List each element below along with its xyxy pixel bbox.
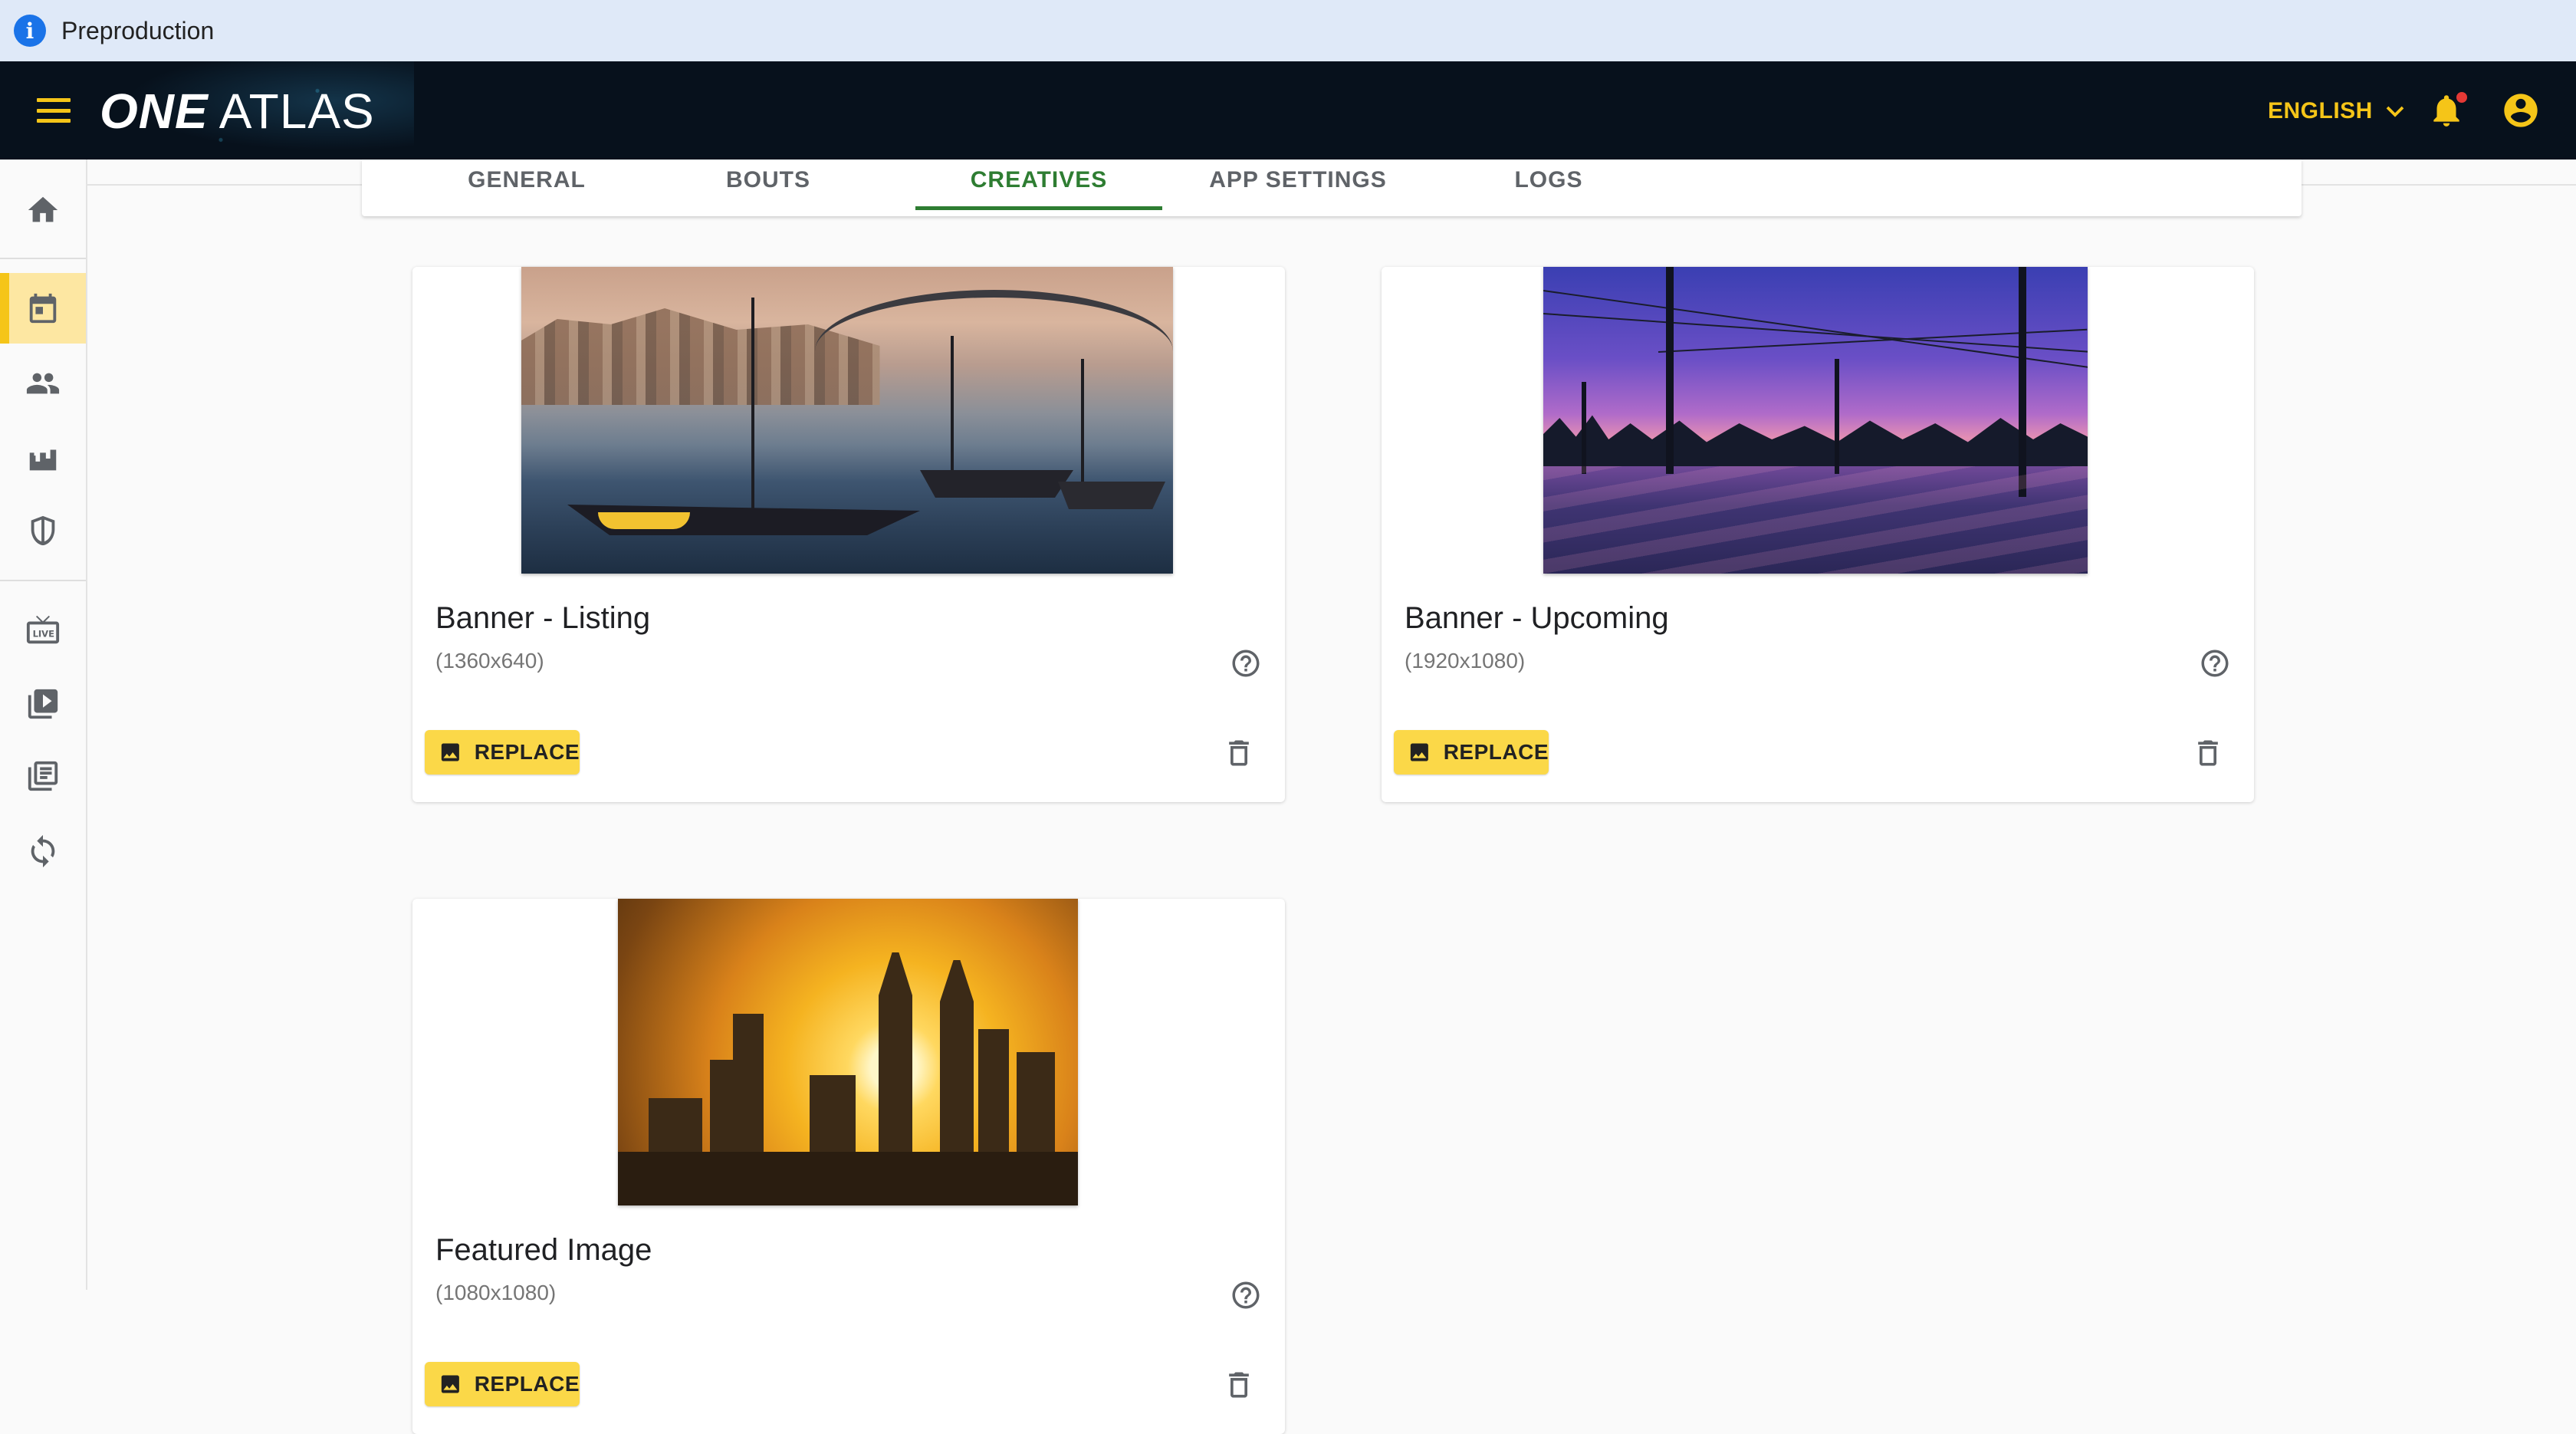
stadium-icon [29,449,57,471]
tab-bouts[interactable]: BOUTS [715,160,822,213]
creative-preview-image[interactable] [521,267,1173,574]
sidebar-item-people[interactable] [0,348,86,419]
tab-logs[interactable]: LOGS [1495,160,1602,213]
collections-icon [28,761,58,791]
creative-preview-image[interactable] [618,899,1078,1205]
calendar-icon [29,293,57,324]
menu-icon[interactable] [34,95,74,126]
delete-icon[interactable] [2191,736,2225,770]
top-app-bar: ONE ATLAS ENGLISH [0,61,2576,160]
sidebar-item-teams[interactable] [0,495,86,566]
replace-label: REPLACE [474,740,580,764]
creative-dimensions: (1920x1080) [1405,649,1526,673]
app-logo[interactable]: ONE ATLAS [100,83,375,140]
sidebar: LIVE [0,160,87,1290]
help-icon[interactable] [1230,647,1262,679]
tab-creatives[interactable]: CREATIVES [915,160,1162,213]
sync-icon [31,834,55,868]
account-circle-icon[interactable] [2501,90,2541,130]
sidebar-item-video-library[interactable] [0,669,86,739]
environment-label: Preproduction [61,16,215,44]
shield-icon [31,515,55,546]
info-icon: i [14,15,46,47]
environment-banner: i Preproduction [0,0,2576,61]
delete-icon[interactable] [1222,736,1256,770]
image-icon [441,1375,459,1393]
logo-atlas-text: ATLAS [219,84,375,139]
creative-preview-image[interactable] [1543,267,2088,574]
chevron-down-icon [2386,106,2404,117]
logo-one-text: ONE [100,84,209,139]
sidebar-item-home[interactable] [0,175,86,245]
notifications-button[interactable] [2427,89,2467,132]
event-tabs: GENERAL BOUTS CREATIVES APP SETTINGS LOG… [362,160,2302,216]
creative-dimensions: (1360x640) [435,649,544,673]
notification-badge [2456,92,2467,103]
image-icon [441,743,459,761]
help-icon[interactable] [1230,1279,1262,1311]
replace-button[interactable]: REPLACE [425,1362,580,1406]
creative-title: Featured Image [435,1233,652,1267]
delete-icon[interactable] [1222,1368,1256,1402]
svg-text:LIVE: LIVE [33,629,55,640]
help-icon[interactable] [2199,647,2231,679]
creative-dimensions: (1080x1080) [435,1281,557,1304]
tab-app-settings[interactable]: APP SETTINGS [1202,160,1394,213]
language-select[interactable]: ENGLISH [2268,94,2407,129]
sidebar-item-venues[interactable] [0,423,86,494]
sidebar-item-events[interactable] [0,273,86,344]
sidebar-item-collections[interactable] [0,741,86,811]
sidebar-item-live[interactable]: LIVE [0,595,86,666]
replace-button[interactable]: REPLACE [425,730,580,775]
video-library-icon [28,689,58,719]
creative-title: Banner - Upcoming [1405,601,1669,635]
replace-label: REPLACE [474,1372,580,1396]
replace-label: REPLACE [1443,740,1549,764]
home-icon [28,196,58,222]
sidebar-item-sync[interactable] [0,816,86,886]
replace-button[interactable]: REPLACE [1394,730,1549,775]
language-label: ENGLISH [2268,98,2373,123]
tab-general[interactable]: GENERAL [468,160,585,213]
creative-card-featured-image: Featured Image (1080x1080) REPLACE [412,899,1285,1434]
people-icon [26,373,60,394]
live-tv-icon: LIVE [26,615,60,644]
creative-title: Banner - Listing [435,601,651,635]
creative-card-banner-upcoming: Banner - Upcoming (1920x1080) REPLACE [1382,267,2254,802]
image-icon [1410,743,1428,761]
creative-card-banner-listing: Banner - Listing (1360x640) REPLACE [412,267,1285,802]
